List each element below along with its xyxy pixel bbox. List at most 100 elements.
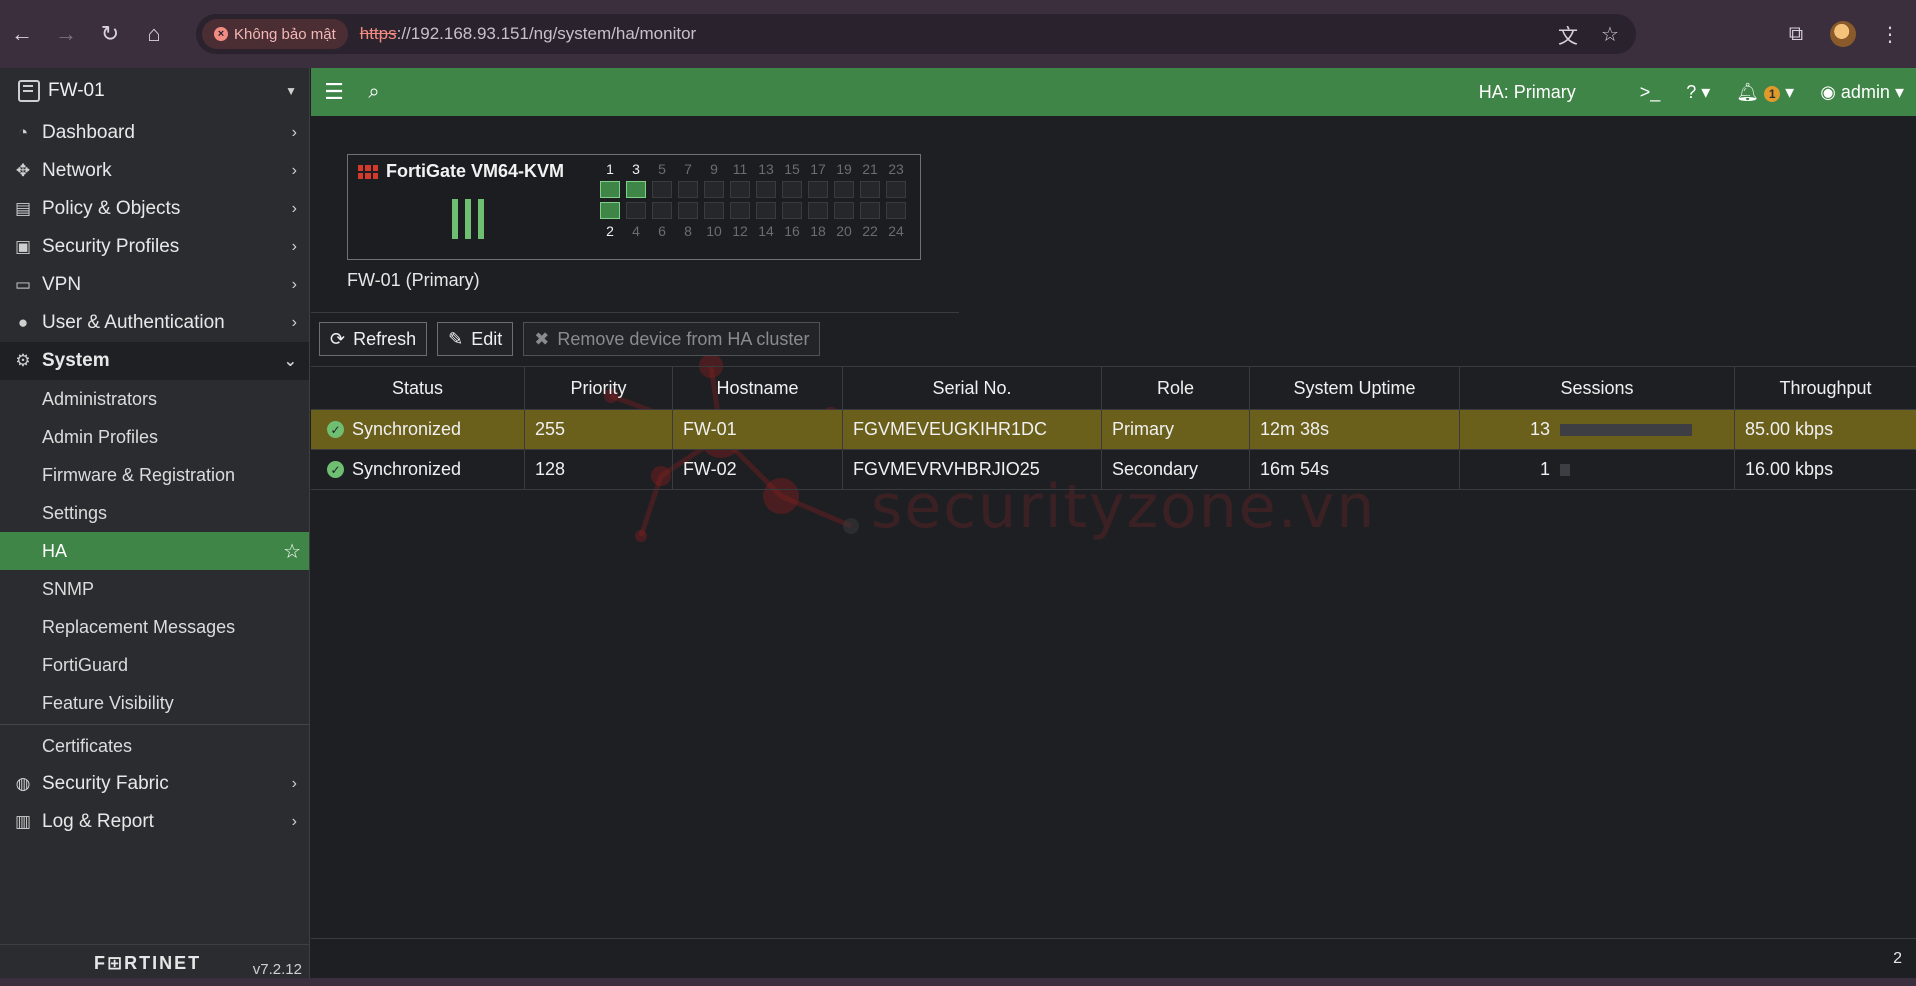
- extensions-icon[interactable]: ⧉: [1780, 12, 1812, 56]
- reload-button[interactable]: ↻: [88, 12, 132, 56]
- column-header[interactable]: Priority: [525, 367, 673, 409]
- sidebar-sub-firmware[interactable]: Firmware & Registration: [0, 456, 309, 494]
- back-button[interactable]: ←: [0, 12, 44, 56]
- priority-cell: 128: [525, 450, 673, 489]
- device-selector[interactable]: FW-01 ▼: [0, 68, 309, 114]
- laptop-icon: ▭: [14, 275, 32, 294]
- warning-icon: ×: [214, 27, 228, 41]
- port-10: [704, 202, 724, 219]
- sidebar-sub-snmp[interactable]: SNMP: [0, 570, 309, 608]
- policy-icon: ▤: [14, 199, 32, 218]
- port-number: 2: [606, 223, 614, 239]
- sidebar-sub-settings[interactable]: Settings: [0, 494, 309, 532]
- favorite-star-icon[interactable]: ☆: [283, 539, 301, 564]
- sidebar-sub-certificates[interactable]: Certificates: [0, 727, 309, 765]
- sidebar-item-label: Dashboard: [42, 122, 135, 143]
- menu-kebab-icon[interactable]: ⋮: [1874, 12, 1906, 56]
- url-text[interactable]: https://192.168.93.151/ng/system/ha/moni…: [360, 24, 696, 44]
- user-menu[interactable]: ◉ admin ▾: [1820, 82, 1904, 103]
- sidebar-item-label: Security Profiles: [42, 236, 180, 257]
- column-header[interactable]: System Uptime: [1250, 367, 1460, 409]
- sidebar-sub-fortiguard[interactable]: FortiGuard: [0, 646, 309, 684]
- hamburger-menu-icon[interactable]: ☰: [311, 79, 357, 105]
- sidebar-sub-label: FortiGuard: [42, 654, 129, 675]
- bookmark-star-icon[interactable]: ☆: [1594, 18, 1626, 50]
- sidebar-sub-label: Replacement Messages: [42, 616, 236, 637]
- sidebar-sub-ha[interactable]: HA ☆: [0, 532, 309, 570]
- cli-console-icon[interactable]: >_: [1640, 82, 1661, 103]
- main-content: securityzone.vn FortiGate VM64-KVM 13579…: [311, 116, 1916, 938]
- fortinet-logo: F⊞RTINET: [94, 953, 202, 973]
- port-number: 8: [684, 223, 692, 239]
- sidebar-item-dashboard[interactable]: ◔ Dashboard ›: [0, 114, 309, 152]
- taskbar-strip: [0, 978, 1916, 986]
- column-header[interactable]: Serial No.: [843, 367, 1102, 409]
- home-button[interactable]: ⌂: [132, 12, 176, 56]
- port-number: 19: [836, 161, 852, 177]
- hostname-cell: FW-02: [673, 450, 843, 489]
- sessions-bar-fill: [1560, 463, 1571, 476]
- column-header[interactable]: Sessions: [1460, 367, 1735, 409]
- sidebar-item-policy[interactable]: ▤ Policy & Objects ›: [0, 190, 309, 228]
- port-number: 18: [810, 223, 826, 239]
- fabric-icon: ◍: [15, 774, 31, 793]
- chevron-right-icon: ›: [291, 314, 297, 331]
- sidebar-sub-feature-visibility[interactable]: Feature Visibility: [0, 684, 309, 722]
- chevron-right-icon: ›: [291, 124, 297, 141]
- port-8: [678, 202, 698, 219]
- uptime-cell: 16m 54s: [1250, 450, 1460, 489]
- table-row[interactable]: ✓ Synchronized 128 FW-02 FGVMEVRVHBRJIO25…: [311, 450, 1916, 490]
- column-header[interactable]: Status: [311, 367, 525, 409]
- browser-toolbar: ← → ↻ ⌂ × Không bảo mật https://192.168.…: [0, 0, 1916, 68]
- sidebar-sub-administrators[interactable]: Administrators: [0, 380, 309, 418]
- sidebar-item-network[interactable]: ✥ Network ›: [0, 152, 309, 190]
- port-number: 13: [758, 161, 774, 177]
- help-icon[interactable]: ? ▾: [1686, 82, 1710, 103]
- column-header[interactable]: Role: [1102, 367, 1250, 409]
- sidebar-item-label: Network: [42, 160, 112, 181]
- address-bar[interactable]: × Không bảo mật https://192.168.93.151/n…: [196, 14, 1636, 54]
- sidebar-item-vpn[interactable]: ▭ VPN ›: [0, 266, 309, 304]
- port-number: 16: [784, 223, 800, 239]
- translate-icon[interactable]: 文: [1552, 18, 1584, 50]
- table-row[interactable]: ✓ Synchronized 255 FW-01 FGVMEVEUGKIHR1DC…: [311, 410, 1916, 450]
- edit-button[interactable]: ✎ Edit: [437, 322, 514, 356]
- sidebar-item-label: Policy & Objects: [42, 198, 181, 219]
- port-23: [886, 181, 906, 198]
- chart-icon: ▥: [14, 812, 32, 831]
- user-icon: ●: [17, 313, 29, 332]
- port-5: [652, 181, 672, 198]
- firmware-version: v7.2.12: [252, 961, 302, 978]
- chevron-right-icon: ›: [291, 162, 297, 179]
- refresh-label: Refresh: [353, 328, 417, 349]
- security-chip[interactable]: × Không bảo mật: [202, 19, 348, 49]
- sidebar-item-security-profiles[interactable]: ▣ Security Profiles ›: [0, 228, 309, 266]
- remove-from-cluster-button[interactable]: ✖ Remove device from HA cluster: [523, 322, 821, 356]
- port-12: [730, 202, 750, 219]
- sessions-bar: [1560, 463, 1692, 476]
- status-text: Synchronized: [352, 459, 462, 479]
- column-header[interactable]: Hostname: [673, 367, 843, 409]
- ha-status[interactable]: HA: Primary: [1479, 82, 1576, 103]
- sidebar-item-security-fabric[interactable]: ◍ Security Fabric ›: [0, 765, 309, 803]
- search-icon[interactable]: ⌕: [357, 81, 391, 104]
- row-count: 2: [1893, 950, 1902, 967]
- port-22: [860, 202, 880, 219]
- profile-avatar[interactable]: [1830, 21, 1856, 47]
- sidebar-item-user-auth[interactable]: ● User & Authentication ›: [0, 304, 309, 342]
- refresh-button[interactable]: ⟳ Refresh: [319, 322, 428, 356]
- port-number: 11: [732, 161, 748, 177]
- serial-cell: FGVMEVEUGKIHR1DC: [843, 410, 1102, 449]
- sidebar-sub-label: SNMP: [42, 578, 95, 599]
- sidebar-sub-replacement-messages[interactable]: Replacement Messages: [0, 608, 309, 646]
- sidebar-sub-admin-profiles[interactable]: Admin Profiles: [0, 418, 309, 456]
- sidebar-sub-label: HA: [42, 540, 68, 561]
- username: admin: [1840, 81, 1890, 102]
- device-faceplate: FortiGate VM64-KVM 1 3 5 7 9 11 13 15 17 19 21 23 2…: [347, 154, 921, 260]
- port-grid: 1 3 5 7 9 11 13 15 17 19 21 23 2 4 6 8 10 12 14 16 18 20 22 24: [600, 161, 906, 243]
- notifications-icon[interactable]: 🔔︎ 1 ▾: [1736, 82, 1794, 103]
- column-header[interactable]: Throughput: [1735, 367, 1916, 409]
- forward-button[interactable]: →: [44, 12, 88, 56]
- sidebar-item-log-report[interactable]: ▥ Log & Report ›: [0, 803, 309, 841]
- sidebar-item-system[interactable]: ⚙ System ⌄: [0, 342, 309, 380]
